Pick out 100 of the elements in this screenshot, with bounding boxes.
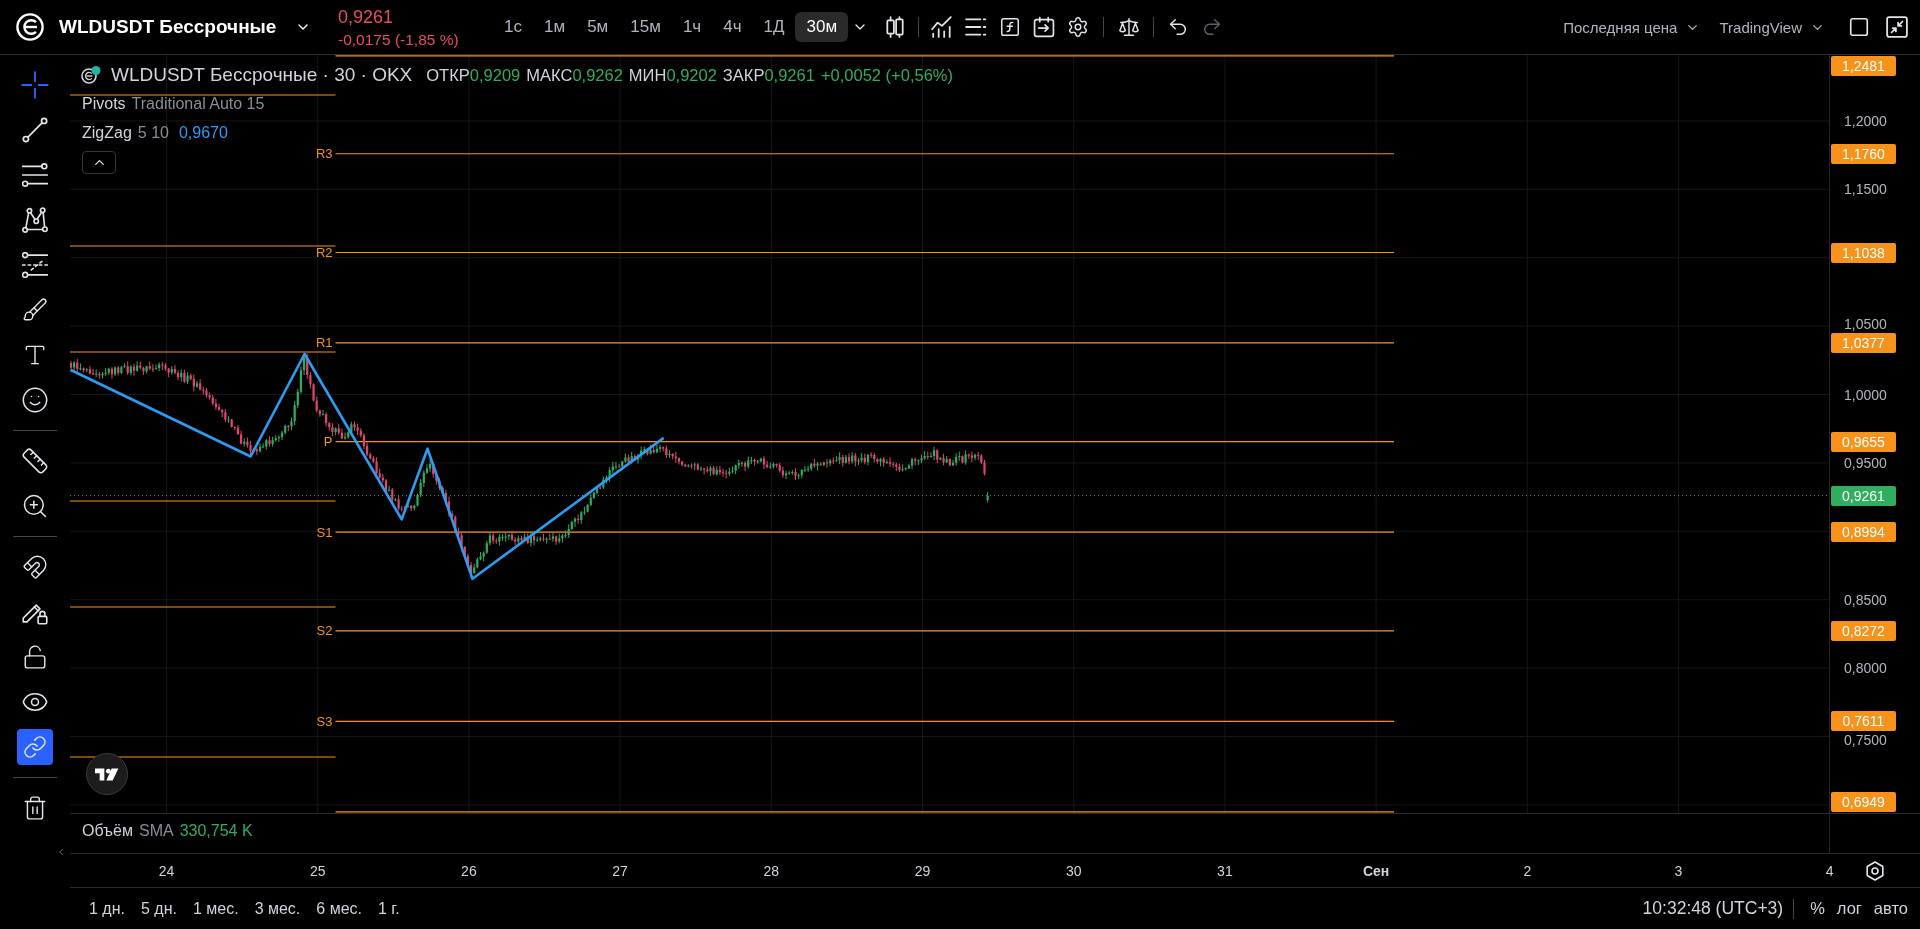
trend-line-icon bbox=[22, 117, 48, 143]
indicator-value: 330,754 K bbox=[179, 822, 253, 840]
bar-change-value: +0,0052 (+0,56%) bbox=[820, 65, 953, 85]
range-button[interactable]: 1 мес. bbox=[184, 894, 247, 923]
indicator-params: SMA bbox=[139, 822, 174, 840]
time-axis-label: 3 bbox=[1674, 862, 1683, 879]
pivot-level-label: R2 bbox=[315, 245, 333, 260]
range-button[interactable]: 5 дн. bbox=[132, 894, 185, 923]
price-tick-label: 1,0000 bbox=[1844, 386, 1887, 403]
price-tick-label: 0,8000 bbox=[1844, 660, 1887, 677]
timeframe-tab[interactable]: 1с bbox=[493, 12, 533, 42]
square-icon bbox=[1848, 16, 1870, 38]
sync-toggle-button[interactable] bbox=[17, 729, 53, 765]
indicator-name: ZigZag bbox=[82, 124, 132, 142]
clock-time: 10:32:48 (UTC+3) bbox=[1642, 898, 1784, 919]
indicator-name: Объём bbox=[82, 822, 133, 840]
range-button[interactable]: 1 дн. bbox=[81, 894, 133, 923]
ruler-icon bbox=[21, 447, 49, 475]
function-icon bbox=[999, 16, 1022, 38]
symbol-button[interactable]: WLDUSDT Бессрочные bbox=[59, 16, 321, 38]
price-tick-label: 1,2000 bbox=[1844, 112, 1887, 129]
time-axis-label: 30 bbox=[1065, 862, 1082, 879]
time-axis-label: 29 bbox=[914, 862, 931, 879]
provider-dropdown[interactable]: TradingView bbox=[1713, 12, 1831, 42]
time-axis-label: 24 bbox=[158, 862, 175, 879]
ohlc-value: 0,9261 bbox=[764, 65, 815, 85]
legend-toggle-button[interactable] bbox=[82, 151, 116, 174]
timeframe-tab[interactable]: 1м bbox=[532, 12, 577, 42]
price-tick-label: 1,0500 bbox=[1844, 315, 1887, 332]
time-axis-label: 31 bbox=[1217, 862, 1233, 879]
pivot-price-label: 0,9655 bbox=[1831, 431, 1896, 452]
ohlc-value: 0,9262 bbox=[572, 65, 623, 85]
node-pattern-icon bbox=[22, 207, 48, 233]
range-button[interactable]: 6 мес. bbox=[308, 894, 370, 923]
time-axis-label: 27 bbox=[612, 862, 628, 879]
crosshair-icon bbox=[21, 71, 49, 99]
brush-icon bbox=[22, 297, 48, 323]
scales-icon bbox=[1118, 16, 1141, 38]
timeframe-tab[interactable]: 1Д bbox=[752, 12, 796, 42]
time-axis-label: 2 bbox=[1523, 862, 1532, 879]
ohlc-label: МАКС bbox=[526, 65, 573, 85]
indicator-params: 5 10 bbox=[137, 124, 169, 142]
time-axis-label: 26 bbox=[461, 862, 477, 879]
pivot-price-label: 0,8994 bbox=[1831, 522, 1896, 543]
timeframe-tab[interactable]: 5м bbox=[576, 12, 620, 42]
ohlc-label: ОТКР bbox=[426, 65, 470, 85]
pivot-price-label: 0,8272 bbox=[1831, 620, 1896, 641]
pivot-level-label: R1 bbox=[315, 335, 333, 351]
dashed-lines-icon bbox=[22, 252, 48, 278]
pivot-level-label: S2 bbox=[316, 623, 333, 639]
pivot-price-label: 0,6949 bbox=[1831, 792, 1896, 812]
link-icon bbox=[23, 735, 47, 759]
indicator-params: Traditional Auto 15 bbox=[131, 95, 265, 113]
time-axis-label: 25 bbox=[309, 862, 326, 879]
minimize-icon bbox=[1886, 16, 1908, 38]
last-price: 0,9261 bbox=[338, 6, 395, 27]
pivot-level-label: R3 bbox=[315, 146, 333, 162]
price-tick-label: 1,1500 bbox=[1844, 181, 1887, 198]
timeframe-tab[interactable]: 15м bbox=[619, 12, 672, 42]
parallel-lines-icon bbox=[22, 162, 48, 188]
ohlc-label: ЗАКР bbox=[722, 65, 765, 85]
price-source-dropdown[interactable]: Последняя цена bbox=[1557, 12, 1707, 42]
time-axis-label: 4 bbox=[1825, 862, 1834, 879]
range-button[interactable]: 3 мес. bbox=[246, 894, 309, 923]
indicator-value: 0,9670 bbox=[178, 124, 228, 142]
pivot-level-label: S1 bbox=[316, 524, 333, 540]
chevron-left-icon bbox=[56, 847, 66, 857]
settings-icon bbox=[1067, 16, 1090, 38]
magnet-icon bbox=[22, 554, 48, 580]
timeframe-tab[interactable]: 30м bbox=[795, 12, 849, 42]
scale-option-button[interactable]: авто bbox=[1867, 894, 1914, 923]
pivot-price-label: 1,1760 bbox=[1831, 143, 1896, 164]
ohlc-value: 0,9209 bbox=[469, 65, 521, 85]
chart-bars-icon bbox=[931, 16, 954, 38]
logo-button[interactable] bbox=[86, 753, 128, 795]
range-button[interactable]: 1 г. bbox=[370, 894, 408, 923]
candlestick-icon bbox=[884, 16, 907, 38]
smiley-icon bbox=[21, 386, 49, 414]
pivot-price-label: 1,2481 bbox=[1831, 56, 1896, 76]
pivot-level-label: S3 bbox=[316, 713, 333, 729]
scale-option-button[interactable]: % bbox=[1804, 894, 1831, 923]
time-axis-label: Сен bbox=[1362, 862, 1390, 879]
price-tick-label: 0,8500 bbox=[1844, 591, 1887, 608]
pivot-price-label: 0,7611 bbox=[1831, 711, 1896, 732]
zoom-in-icon bbox=[21, 492, 49, 520]
timeframe-tab[interactable]: 4ч bbox=[712, 12, 753, 42]
time-axis-label: 28 bbox=[763, 862, 780, 879]
ohlc-value: 0,9202 bbox=[666, 65, 717, 85]
indicator-name: Pivots bbox=[82, 95, 126, 113]
coin-logo-icon bbox=[81, 66, 101, 84]
timeframe-tab[interactable]: 1ч bbox=[671, 12, 713, 42]
ohlc-label: МИН bbox=[628, 65, 667, 85]
pivot-price-label: 1,0377 bbox=[1831, 332, 1896, 353]
price-tick-label: 0,9500 bbox=[1844, 454, 1887, 471]
settings-icon bbox=[1864, 860, 1885, 881]
padlock-icon bbox=[22, 644, 48, 670]
coin-logo-icon bbox=[16, 13, 44, 41]
pivot-price-label: 1,1038 bbox=[1831, 242, 1896, 263]
scale-option-button[interactable]: лог bbox=[1830, 894, 1868, 923]
price-change: -0,0175 (-1,85 %) bbox=[338, 30, 460, 48]
